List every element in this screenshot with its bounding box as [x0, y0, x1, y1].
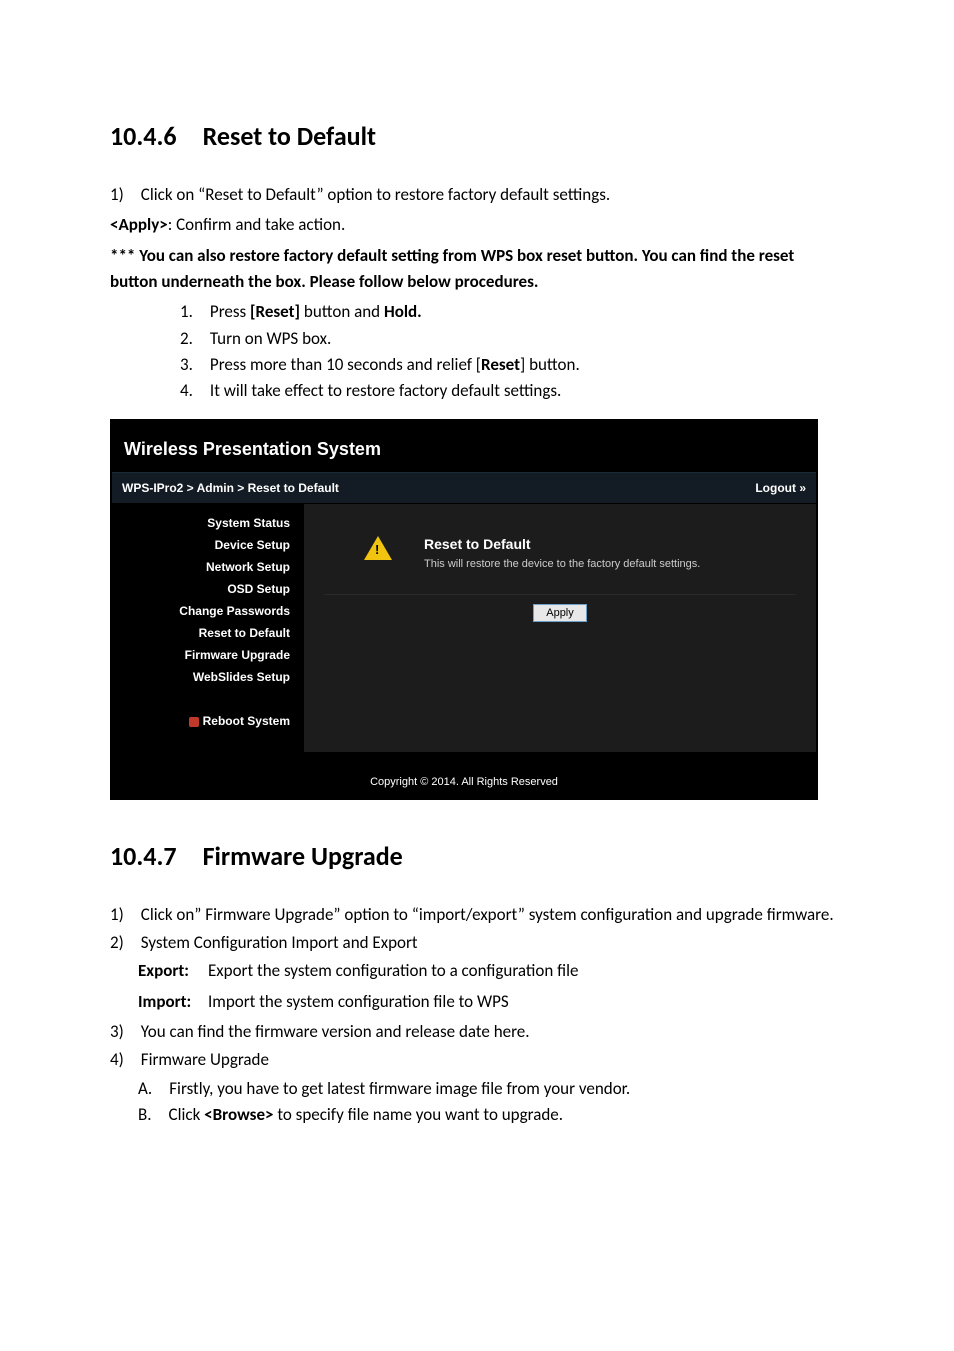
- ordered-steps: 1. Press [Reset] button and Hold. 2. Tur…: [110, 299, 844, 404]
- numbered-list: 3) You can find the firmware version and…: [110, 1019, 844, 1074]
- power-icon: [189, 717, 199, 727]
- heading-number: 10.4.6: [110, 120, 177, 152]
- heading-title: Reset to Default: [203, 120, 376, 152]
- import-line: Import:Import the system configuration f…: [110, 989, 844, 1015]
- warning-icon: [364, 536, 392, 560]
- numbered-list: 1) Click on” Firmware Upgrade” option to…: [110, 902, 844, 957]
- list-item: 1) Click on” Firmware Upgrade” option to…: [110, 902, 844, 928]
- sidebar-item-network-setup[interactable]: Network Setup: [112, 556, 304, 578]
- paragraph: <Apply>: Confirm and take action.: [110, 212, 844, 238]
- sidebar-item-device-setup[interactable]: Device Setup: [112, 534, 304, 556]
- heading-title: Firmware Upgrade: [203, 840, 403, 872]
- sidebar-item-label: Reboot System: [203, 714, 290, 728]
- list-item: 3) You can find the firmware version and…: [110, 1019, 844, 1045]
- list-item: 3. Press more than 10 seconds and relief…: [180, 352, 844, 378]
- sidebar-item-system-status[interactable]: System Status: [112, 512, 304, 534]
- sidebar-item-firmware-upgrade[interactable]: Firmware Upgrade: [112, 644, 304, 666]
- list-item: B. Click <Browse> to specify file name y…: [138, 1102, 844, 1128]
- sidebar-item-reboot[interactable]: Reboot System: [112, 710, 304, 732]
- sidebar-item-webslides-setup[interactable]: WebSlides Setup: [112, 666, 304, 688]
- sidebar-item-change-passwords[interactable]: Change Passwords: [112, 600, 304, 622]
- list-item: 1. Press [Reset] button and Hold.: [180, 299, 844, 325]
- list-item: 4. It will take effect to restore factor…: [180, 378, 844, 404]
- section-heading: 10.4.7 Firmware Upgrade: [110, 840, 844, 872]
- logout-link[interactable]: Logout »: [755, 481, 806, 495]
- section-heading: 10.4.6 Reset to Default: [110, 120, 844, 152]
- paragraph: *** You can also restore factory default…: [110, 243, 844, 296]
- panel-footer: Copyright © 2014. All Rights Reserved: [112, 752, 816, 798]
- heading-number: 10.4.7: [110, 840, 177, 872]
- alpha-list: A. Firstly, you have to get latest firmw…: [110, 1076, 844, 1129]
- content-heading: Reset to Default: [424, 536, 700, 552]
- sidebar-item-reset-to-default[interactable]: Reset to Default: [112, 622, 304, 644]
- apply-button[interactable]: Apply: [533, 604, 587, 622]
- paragraph: 1) Click on “Reset to Default” option to…: [110, 182, 844, 208]
- sidebar: System Status Device Setup Network Setup…: [112, 504, 304, 752]
- panel-title: Wireless Presentation System: [112, 421, 816, 472]
- list-item: 4) Firmware Upgrade: [110, 1047, 844, 1073]
- list-item: 2) System Configuration Import and Expor…: [110, 930, 844, 956]
- export-line: Export:Export the system configuration t…: [110, 958, 844, 984]
- admin-panel: Wireless Presentation System WPS-IPro2 >…: [110, 419, 818, 800]
- breadcrumb-bar: WPS-IPro2 > Admin > Reset to Default Log…: [112, 472, 816, 504]
- breadcrumb: WPS-IPro2 > Admin > Reset to Default: [122, 481, 339, 495]
- content-description: This will restore the device to the fact…: [424, 558, 700, 570]
- list-item: 2. Turn on WPS box.: [180, 326, 844, 352]
- sidebar-item-osd-setup[interactable]: OSD Setup: [112, 578, 304, 600]
- list-item: A. Firstly, you have to get latest firmw…: [138, 1076, 844, 1102]
- content-area: Reset to Default This will restore the d…: [304, 504, 816, 752]
